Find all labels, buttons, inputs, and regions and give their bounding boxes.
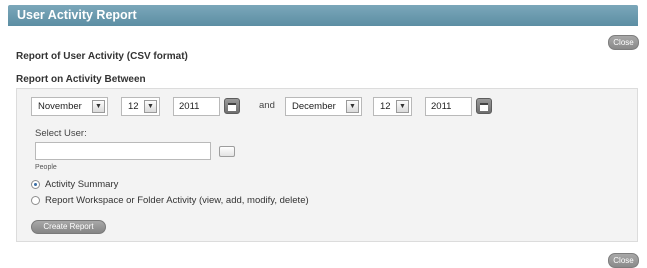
close-button-bottom[interactable]: Close: [608, 253, 639, 268]
start-day-value: 12: [128, 101, 139, 112]
start-month-value: November: [38, 101, 82, 112]
date-range-connector: and: [259, 100, 275, 111]
start-month-select[interactable]: November ▼: [31, 97, 108, 116]
end-day-value: 12: [380, 101, 391, 112]
start-year-value: 2011: [179, 101, 200, 112]
radio-selected-icon: [31, 180, 40, 189]
select-user-input[interactable]: [35, 142, 211, 160]
dialog-title: User Activity Report: [17, 8, 137, 22]
calendar-icon[interactable]: [476, 98, 492, 114]
end-month-select[interactable]: December ▼: [285, 97, 362, 116]
browse-people-icon[interactable]: [219, 146, 235, 157]
radio-workspace-activity-label: Report Workspace or Folder Activity (vie…: [45, 195, 309, 206]
people-hint: People: [35, 164, 57, 171]
calendar-icon[interactable]: [224, 98, 240, 114]
chevron-down-icon: ▼: [396, 100, 409, 113]
activity-between-heading: Report on Activity Between: [16, 74, 146, 85]
create-report-button[interactable]: Create Report: [31, 220, 106, 234]
radio-unselected-icon: [31, 196, 40, 205]
close-button-top[interactable]: Close: [608, 35, 639, 50]
end-month-value: December: [292, 101, 336, 112]
chevron-down-icon: ▼: [92, 100, 105, 113]
chevron-down-icon: ▼: [144, 100, 157, 113]
end-day-select[interactable]: 12 ▼: [373, 97, 412, 116]
end-year-value: 2011: [431, 101, 452, 112]
radio-activity-summary-label: Activity Summary: [45, 179, 119, 190]
start-day-select[interactable]: 12 ▼: [121, 97, 160, 116]
start-year-input[interactable]: 2011: [173, 97, 220, 116]
chevron-down-icon: ▼: [346, 100, 359, 113]
dialog-title-bar: User Activity Report: [8, 5, 638, 26]
select-user-label: Select User:: [35, 128, 87, 139]
report-format-heading: Report of User Activity (CSV format): [16, 51, 188, 62]
report-options-panel: November ▼ 12 ▼ 2011 and December ▼ 12 ▼…: [16, 88, 638, 242]
end-year-input[interactable]: 2011: [425, 97, 472, 116]
